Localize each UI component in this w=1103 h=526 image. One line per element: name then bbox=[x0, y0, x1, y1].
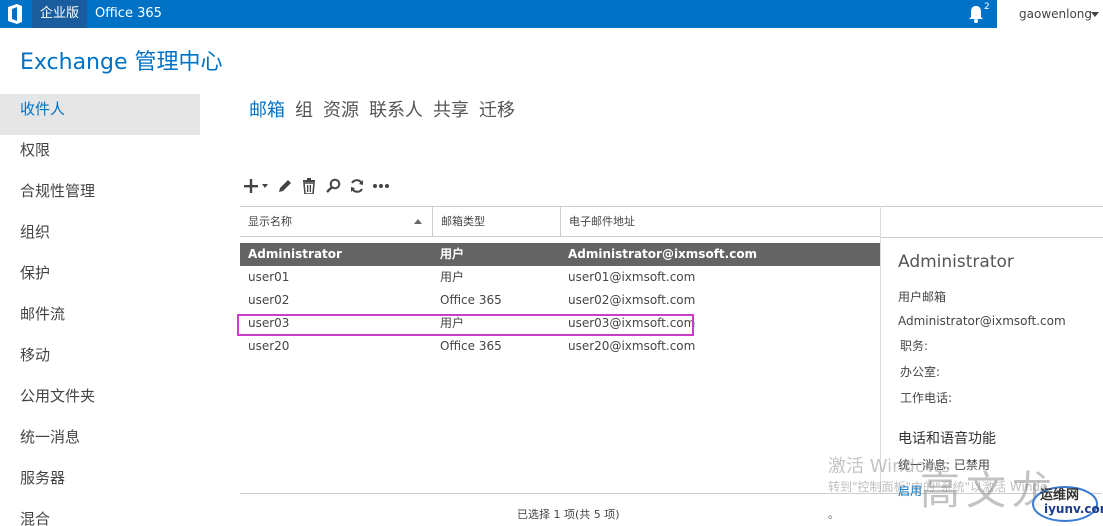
grid-header: 显示名称 邮箱类型 电子邮件地址 bbox=[240, 206, 881, 237]
grid-body: Administrator 用户 Administrator@ixmsoft.c… bbox=[240, 243, 881, 358]
sidebar-item-mobile[interactable]: 移动 bbox=[0, 340, 200, 381]
enterprise-link[interactable]: 企业版 bbox=[32, 0, 88, 28]
sort-ascending-icon bbox=[414, 219, 422, 224]
user-menu[interactable]: gaowenlong bbox=[997, 0, 1103, 28]
table-row[interactable]: user02 Office 365 user02@ixmsoft.com bbox=[240, 289, 881, 312]
site-logo-text: 运维网 bbox=[1040, 488, 1080, 503]
tab-resources[interactable]: 资源 bbox=[323, 96, 359, 122]
notification-count: 2 bbox=[984, 2, 990, 12]
column-header-display-name[interactable]: 显示名称 bbox=[240, 207, 432, 237]
details-title-label: 职务: bbox=[900, 339, 929, 353]
tab-contacts[interactable]: 联系人 bbox=[369, 96, 423, 122]
cell-display-name: user01 bbox=[248, 270, 290, 284]
details-office-label: 办公室: bbox=[900, 365, 941, 379]
tab-mailboxes[interactable]: 邮箱 bbox=[249, 96, 285, 122]
column-header-label: 显示名称 bbox=[248, 215, 292, 228]
details-section-phone-voice: 电话和语音功能 bbox=[898, 431, 996, 447]
sidebar-item-protection[interactable]: 保护 bbox=[0, 258, 200, 299]
sidebar-item-recipients[interactable]: 收件人 bbox=[0, 94, 200, 135]
details-name: Administrator bbox=[898, 252, 1014, 272]
table-row[interactable]: user20 Office 365 user20@ixmsoft.com bbox=[240, 335, 881, 358]
cell-email: user20@ixmsoft.com bbox=[568, 339, 696, 353]
cell-email: user02@ixmsoft.com bbox=[568, 293, 696, 307]
edit-button[interactable] bbox=[276, 176, 294, 196]
refresh-button[interactable] bbox=[348, 176, 366, 196]
more-button[interactable] bbox=[372, 176, 390, 196]
add-icon bbox=[244, 179, 268, 193]
details-email: Administrator@ixmsoft.com bbox=[898, 314, 1066, 328]
sidebar-item-unified-messaging[interactable]: 统一消息 bbox=[0, 422, 200, 463]
more-icon bbox=[373, 184, 389, 188]
details-work-phone-label: 工作电话: bbox=[900, 391, 953, 405]
page-title: Exchange 管理中心 bbox=[20, 50, 223, 75]
sidebar-item-compliance[interactable]: 合规性管理 bbox=[0, 176, 200, 217]
tab-migration[interactable]: 迁移 bbox=[479, 96, 515, 122]
username: gaowenlong bbox=[1019, 7, 1093, 21]
column-header-email-address[interactable]: 电子邮件地址 bbox=[560, 207, 880, 237]
status-dot: 。 bbox=[828, 508, 839, 521]
mailbox-grid: 显示名称 邮箱类型 电子邮件地址 Administrator 用户 Admini… bbox=[240, 206, 881, 494]
status-text: 已选择 1 项(共 5 项) bbox=[517, 508, 620, 521]
cell-display-name: user20 bbox=[248, 339, 290, 353]
office-logo-icon[interactable] bbox=[6, 4, 24, 24]
search-button[interactable] bbox=[324, 176, 342, 196]
tab-bar: 邮箱 组 资源 联系人 共享 迁移 bbox=[249, 96, 515, 122]
cell-mailbox-type: Office 365 bbox=[440, 339, 502, 353]
sidebar-item-mail-flow[interactable]: 邮件流 bbox=[0, 299, 200, 340]
details-divider bbox=[880, 206, 881, 494]
column-header-mailbox-type[interactable]: 邮箱类型 bbox=[432, 207, 560, 237]
refresh-icon bbox=[351, 179, 363, 193]
tab-shared[interactable]: 共享 bbox=[433, 96, 469, 122]
cell-display-name: user02 bbox=[248, 293, 290, 307]
delete-button[interactable] bbox=[300, 176, 318, 196]
add-button[interactable] bbox=[244, 176, 270, 196]
top-bar: 企业版 Office 365 2 gaowenlong bbox=[0, 0, 1103, 28]
table-row[interactable]: user01 用户 user01@ixmsoft.com bbox=[240, 266, 881, 289]
table-row[interactable]: Administrator 用户 Administrator@ixmsoft.c… bbox=[240, 243, 881, 266]
sidebar-item-permissions[interactable]: 权限 bbox=[0, 135, 200, 176]
office365-link[interactable]: Office 365 bbox=[95, 0, 162, 28]
details-mailbox-type: 用户邮箱 bbox=[898, 290, 947, 304]
cell-mailbox-type: 用户 bbox=[440, 247, 465, 261]
toolbar bbox=[244, 176, 390, 196]
cell-email: user01@ixmsoft.com bbox=[568, 270, 696, 284]
delete-icon bbox=[303, 178, 315, 194]
tab-groups[interactable]: 组 bbox=[295, 96, 313, 122]
search-icon bbox=[326, 178, 341, 193]
divider bbox=[880, 206, 1103, 207]
edit-icon bbox=[279, 180, 291, 192]
sidebar-item-hybrid[interactable]: 混合 bbox=[0, 504, 200, 526]
cell-mailbox-type: Office 365 bbox=[440, 293, 502, 307]
annotation-highlight-box bbox=[237, 314, 694, 336]
sidebar: 收件人 权限 合规性管理 组织 保护 邮件流 移动 公用文件夹 统一消息 服务器… bbox=[0, 94, 200, 526]
chevron-down-icon bbox=[1091, 12, 1099, 17]
cell-email: Administrator@ixmsoft.com bbox=[568, 247, 758, 261]
cell-mailbox-type: 用户 bbox=[440, 270, 465, 284]
sidebar-item-organization[interactable]: 组织 bbox=[0, 217, 200, 258]
sidebar-item-public-folders[interactable]: 公用文件夹 bbox=[0, 381, 200, 422]
notification-bell-icon[interactable] bbox=[966, 4, 986, 24]
cell-display-name: Administrator bbox=[248, 247, 342, 261]
sidebar-item-servers[interactable]: 服务器 bbox=[0, 463, 200, 504]
site-logo-domain: iyunv.com bbox=[1044, 502, 1103, 516]
divider bbox=[880, 237, 1103, 238]
